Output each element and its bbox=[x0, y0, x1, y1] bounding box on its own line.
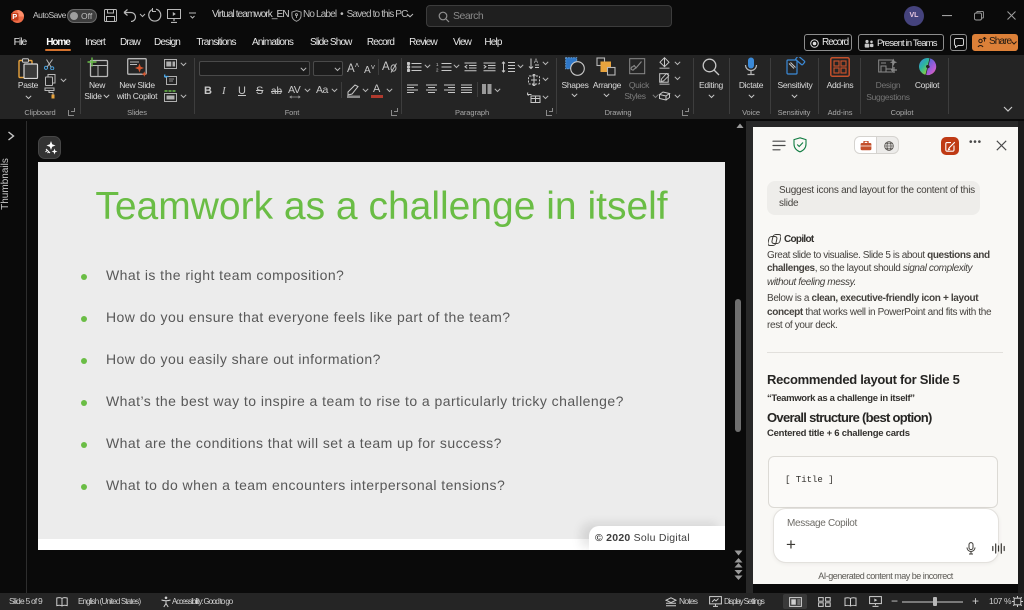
svg-text:P: P bbox=[12, 12, 17, 21]
svg-text:1: 1 bbox=[436, 62, 439, 67]
svg-text:A: A bbox=[534, 59, 538, 65]
svg-text:2: 2 bbox=[436, 68, 439, 73]
